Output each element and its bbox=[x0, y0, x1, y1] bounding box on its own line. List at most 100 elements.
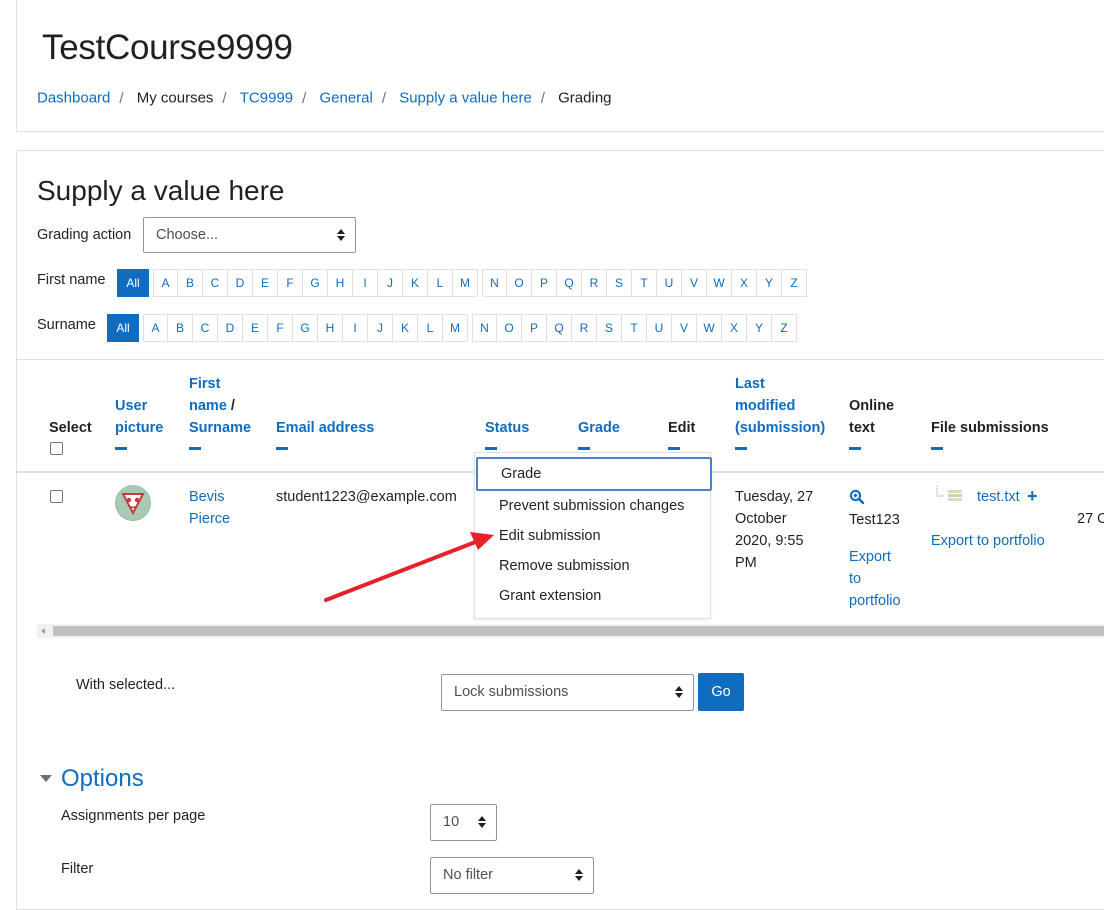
first-name-initial-t[interactable]: T bbox=[632, 269, 657, 297]
menu-item-remove-submission[interactable]: Remove submission bbox=[475, 551, 710, 581]
column-last-modified[interactable]: Last modified (submission) bbox=[735, 373, 825, 450]
first-name-initial-b[interactable]: B bbox=[178, 269, 203, 297]
surname-initial-j[interactable]: J bbox=[368, 314, 393, 342]
first-name-initial-q[interactable]: Q bbox=[557, 269, 582, 297]
surname-initial-g[interactable]: G bbox=[293, 314, 318, 342]
surname-initial-b[interactable]: B bbox=[168, 314, 193, 342]
collapse-column-icon[interactable] bbox=[189, 447, 201, 450]
surname-initial-l[interactable]: L bbox=[418, 314, 443, 342]
surname-initial-t[interactable]: T bbox=[622, 314, 647, 342]
surname-initial-m[interactable]: M bbox=[443, 314, 468, 342]
surname-initial-c[interactable]: C bbox=[193, 314, 218, 342]
first-name-initial-x[interactable]: X bbox=[732, 269, 757, 297]
export-link-line[interactable]: to bbox=[849, 571, 861, 587]
menu-item-edit-submission[interactable]: Edit submission bbox=[475, 521, 710, 551]
surname-initial-h[interactable]: H bbox=[318, 314, 343, 342]
plus-icon[interactable]: + bbox=[1027, 485, 1038, 507]
column-first-name-surname[interactable]: First name / Surname bbox=[189, 373, 251, 450]
surname-initial-k[interactable]: K bbox=[393, 314, 418, 342]
column-user-picture[interactable]: User picture bbox=[115, 395, 163, 450]
collapse-triangle-icon[interactable] bbox=[40, 775, 52, 782]
first-name-initial-v[interactable]: V bbox=[682, 269, 707, 297]
first-name-initial-a[interactable]: A bbox=[153, 269, 178, 297]
avatar[interactable] bbox=[115, 485, 151, 521]
column-status-label[interactable]: Status bbox=[485, 420, 529, 436]
first-name-initial-y[interactable]: Y bbox=[757, 269, 782, 297]
surname-initial-y[interactable]: Y bbox=[747, 314, 772, 342]
first-name-initial-m[interactable]: M bbox=[453, 269, 478, 297]
file-export-portfolio-link[interactable]: Export to portfolio bbox=[931, 530, 1045, 552]
options-section-heading[interactable]: Options bbox=[61, 765, 144, 793]
assignments-per-page-select[interactable]: 10 bbox=[430, 804, 497, 841]
column-grade[interactable]: Grade bbox=[578, 417, 620, 450]
first-name-initial-h[interactable]: H bbox=[328, 269, 353, 297]
surname-initial-z[interactable]: Z bbox=[772, 314, 797, 342]
surname-initial-d[interactable]: D bbox=[218, 314, 243, 342]
scroll-left-arrow-icon[interactable] bbox=[41, 628, 45, 634]
student-first-name[interactable]: Bevis bbox=[189, 489, 224, 505]
surname-initial-all[interactable]: All bbox=[107, 314, 139, 342]
menu-item-grant-extension[interactable]: Grant extension bbox=[475, 581, 710, 611]
zoom-in-icon[interactable] bbox=[849, 489, 865, 505]
first-name-initial-z[interactable]: Z bbox=[782, 269, 807, 297]
first-name-initial-all[interactable]: All bbox=[117, 269, 149, 297]
submitted-file-link[interactable]: test.txt bbox=[977, 486, 1020, 508]
first-name-initial-r[interactable]: R bbox=[582, 269, 607, 297]
first-name-initial-s[interactable]: S bbox=[607, 269, 632, 297]
menu-item-prevent-submission-changes[interactable]: Prevent submission changes bbox=[475, 491, 710, 521]
column-email[interactable]: Email address bbox=[276, 417, 374, 450]
export-link-line[interactable]: portfolio bbox=[849, 593, 901, 609]
collapse-column-icon[interactable] bbox=[485, 447, 497, 450]
first-name-initial-k[interactable]: K bbox=[403, 269, 428, 297]
collapse-column-icon[interactable] bbox=[931, 447, 943, 450]
surname-initial-o[interactable]: O bbox=[497, 314, 522, 342]
surname-initial-x[interactable]: X bbox=[722, 314, 747, 342]
surname-initial-f[interactable]: F bbox=[268, 314, 293, 342]
column-grade-label[interactable]: Grade bbox=[578, 420, 620, 436]
collapse-column-icon[interactable] bbox=[849, 447, 861, 450]
first-name-initial-c[interactable]: C bbox=[203, 269, 228, 297]
breadcrumb-course[interactable]: TC9999 bbox=[240, 90, 293, 107]
breadcrumb-dashboard[interactable]: Dashboard bbox=[37, 90, 110, 107]
surname-initial-n[interactable]: N bbox=[472, 314, 497, 342]
surname-initial-p[interactable]: P bbox=[522, 314, 547, 342]
column-first-name-label[interactable]: name bbox=[189, 398, 227, 414]
export-link-line[interactable]: Export bbox=[849, 549, 891, 565]
row-select-checkbox[interactable] bbox=[50, 490, 63, 503]
column-last-modified-label[interactable]: Last bbox=[735, 376, 765, 392]
column-first-name-label[interactable]: First bbox=[189, 376, 220, 392]
table-horizontal-scrollbar[interactable] bbox=[37, 624, 1104, 638]
filter-select[interactable]: No filter bbox=[430, 857, 594, 894]
first-name-initial-u[interactable]: U bbox=[657, 269, 682, 297]
first-name-initial-f[interactable]: F bbox=[278, 269, 303, 297]
column-status[interactable]: Status bbox=[485, 417, 529, 450]
surname-initial-e[interactable]: E bbox=[243, 314, 268, 342]
collapse-column-icon[interactable] bbox=[668, 447, 680, 450]
breadcrumb-assignment[interactable]: Supply a value here bbox=[399, 90, 532, 107]
select-all-checkbox[interactable] bbox=[50, 442, 63, 455]
go-button[interactable]: Go bbox=[698, 673, 744, 711]
collapse-column-icon[interactable] bbox=[276, 447, 288, 450]
first-name-initial-j[interactable]: J bbox=[378, 269, 403, 297]
collapse-column-icon[interactable] bbox=[115, 447, 127, 450]
first-name-initial-i[interactable]: I bbox=[353, 269, 378, 297]
online-text-export-link[interactable]: Export to portfolio bbox=[849, 546, 901, 612]
surname-initial-w[interactable]: W bbox=[697, 314, 722, 342]
first-name-initial-o[interactable]: O bbox=[507, 269, 532, 297]
surname-initial-q[interactable]: Q bbox=[547, 314, 572, 342]
column-surname-label[interactable]: Surname bbox=[189, 420, 251, 436]
column-email-label[interactable]: Email address bbox=[276, 420, 374, 436]
surname-initial-i[interactable]: I bbox=[343, 314, 368, 342]
first-name-initial-d[interactable]: D bbox=[228, 269, 253, 297]
breadcrumb-section[interactable]: General bbox=[319, 90, 372, 107]
first-name-initial-p[interactable]: P bbox=[532, 269, 557, 297]
bulk-action-select[interactable]: Lock submissions bbox=[441, 674, 694, 711]
column-last-modified-label[interactable]: modified bbox=[735, 398, 795, 414]
surname-initial-u[interactable]: U bbox=[647, 314, 672, 342]
first-name-initial-e[interactable]: E bbox=[253, 269, 278, 297]
first-name-initial-l[interactable]: L bbox=[428, 269, 453, 297]
surname-initial-v[interactable]: V bbox=[672, 314, 697, 342]
first-name-initial-g[interactable]: G bbox=[303, 269, 328, 297]
first-name-initial-w[interactable]: W bbox=[707, 269, 732, 297]
student-name-link[interactable]: Bevis Pierce bbox=[189, 486, 230, 530]
